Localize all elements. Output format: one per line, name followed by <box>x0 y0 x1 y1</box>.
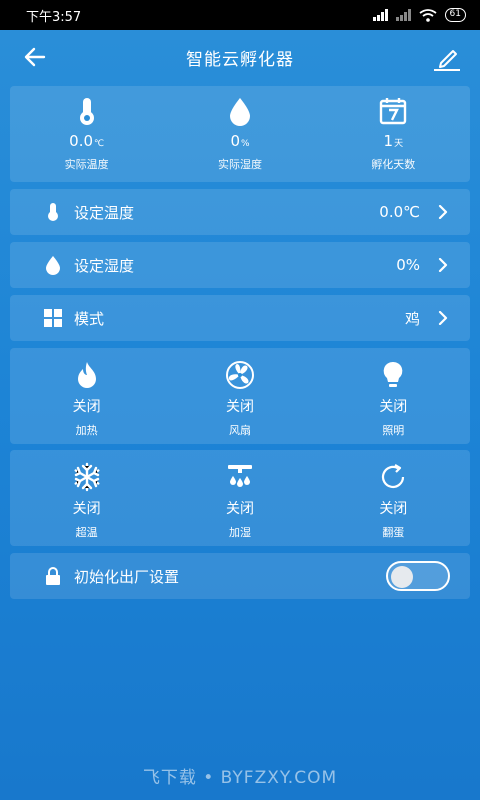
control-state: 关闭 <box>225 399 254 415</box>
control-state: 关闭 <box>72 399 101 415</box>
control-state: 关闭 <box>379 501 408 517</box>
status-icons: 61 <box>372 8 466 22</box>
control-name: 翻蛋 <box>382 526 405 539</box>
control-name: 风扇 <box>228 424 251 437</box>
row-value: 0% <box>396 256 420 274</box>
chevron-right-icon <box>438 258 448 272</box>
app-bar: 智能云孵化器 <box>0 34 480 80</box>
over-temperature-control[interactable]: 关闭 超温 <box>10 450 163 546</box>
calendar-icon <box>380 98 407 125</box>
set-humidity-row[interactable]: 设定湿度 0% <box>10 242 470 288</box>
control-state: 关闭 <box>379 399 408 415</box>
chevron-right-icon <box>438 205 448 219</box>
stat-label: 孵化天数 <box>371 158 416 171</box>
factory-reset-toggle[interactable] <box>386 561 450 591</box>
bulb-icon <box>383 361 403 387</box>
row-value: 鸡 <box>404 309 420 328</box>
wifi-icon <box>419 8 437 22</box>
chevron-right-icon <box>438 311 448 325</box>
toggle-knob <box>391 566 413 588</box>
stat-value: 1 <box>383 132 394 150</box>
signal-icon-secondary <box>395 9 411 21</box>
row-value: 0.0℃ <box>379 203 420 221</box>
back-arrow-icon[interactable] <box>22 44 48 70</box>
row-label: 设定湿度 <box>74 256 135 275</box>
stat-unit: % <box>240 139 250 149</box>
control-name: 加湿 <box>228 526 251 539</box>
mode-row[interactable]: 模式 鸡 <box>10 295 470 341</box>
stat-value: 0.0 <box>69 132 94 150</box>
status-time: 下午3:57 <box>26 9 82 25</box>
signal-icon <box>372 9 388 21</box>
stat-label: 实际湿度 <box>217 158 262 171</box>
snowflake-icon <box>74 462 100 492</box>
controls-grid-1: 关闭 加热 关闭 风扇 关闭 照明 <box>10 348 470 444</box>
stat-actual-temperature: 0.0℃ 实际温度 <box>10 86 163 182</box>
thermometer-icon <box>48 203 58 221</box>
control-name: 照明 <box>382 424 405 437</box>
controls-grid-2: 关闭 超温 关闭 加湿 关闭 翻蛋 <box>10 450 470 546</box>
fan-control[interactable]: 关闭 风扇 <box>163 348 316 444</box>
thermometer-icon <box>79 98 94 125</box>
control-name: 加热 <box>75 424 98 437</box>
lighting-control[interactable]: 关闭 照明 <box>317 348 470 444</box>
factory-reset-row: 初始化出厂设置 <box>10 553 470 599</box>
status-bar: 下午3:57 61 <box>0 0 480 30</box>
stat-label: 实际温度 <box>64 158 109 171</box>
control-state: 关闭 <box>72 501 101 517</box>
stats-card: 0.0℃ 实际温度 0% 实际湿度 1天 孵化天数 <box>10 86 470 182</box>
set-temperature-row[interactable]: 设定温度 0.0℃ <box>10 189 470 235</box>
humidify-control[interactable]: 关闭 加湿 <box>163 450 316 546</box>
battery-indicator: 61 <box>444 8 466 22</box>
flame-icon <box>77 362 96 388</box>
stat-unit: ℃ <box>94 139 105 149</box>
stat-value: 0 <box>230 132 240 150</box>
row-label: 设定温度 <box>74 203 135 222</box>
control-state: 关闭 <box>225 501 254 517</box>
humidifier-icon <box>227 465 252 487</box>
stat-incubation-days: 1天 孵化天数 <box>317 86 470 182</box>
stat-unit: 天 <box>394 139 404 149</box>
page-title: 智能云孵化器 <box>186 49 294 70</box>
egg-turning-control[interactable]: 关闭 翻蛋 <box>317 450 470 546</box>
rotate-icon <box>382 464 405 489</box>
fan-icon <box>225 361 254 389</box>
watermark: 飞下载 • BYFZXY.COM <box>142 768 338 788</box>
water-drop-icon <box>229 98 250 126</box>
stat-actual-humidity: 0% 实际湿度 <box>163 86 316 182</box>
edit-pencil-icon[interactable] <box>432 42 462 72</box>
grid-icon <box>44 309 62 327</box>
lock-icon <box>46 567 60 585</box>
heating-control[interactable]: 关闭 加热 <box>10 348 163 444</box>
water-drop-icon <box>46 256 60 275</box>
control-name: 超温 <box>75 526 98 539</box>
row-label: 模式 <box>74 309 105 328</box>
